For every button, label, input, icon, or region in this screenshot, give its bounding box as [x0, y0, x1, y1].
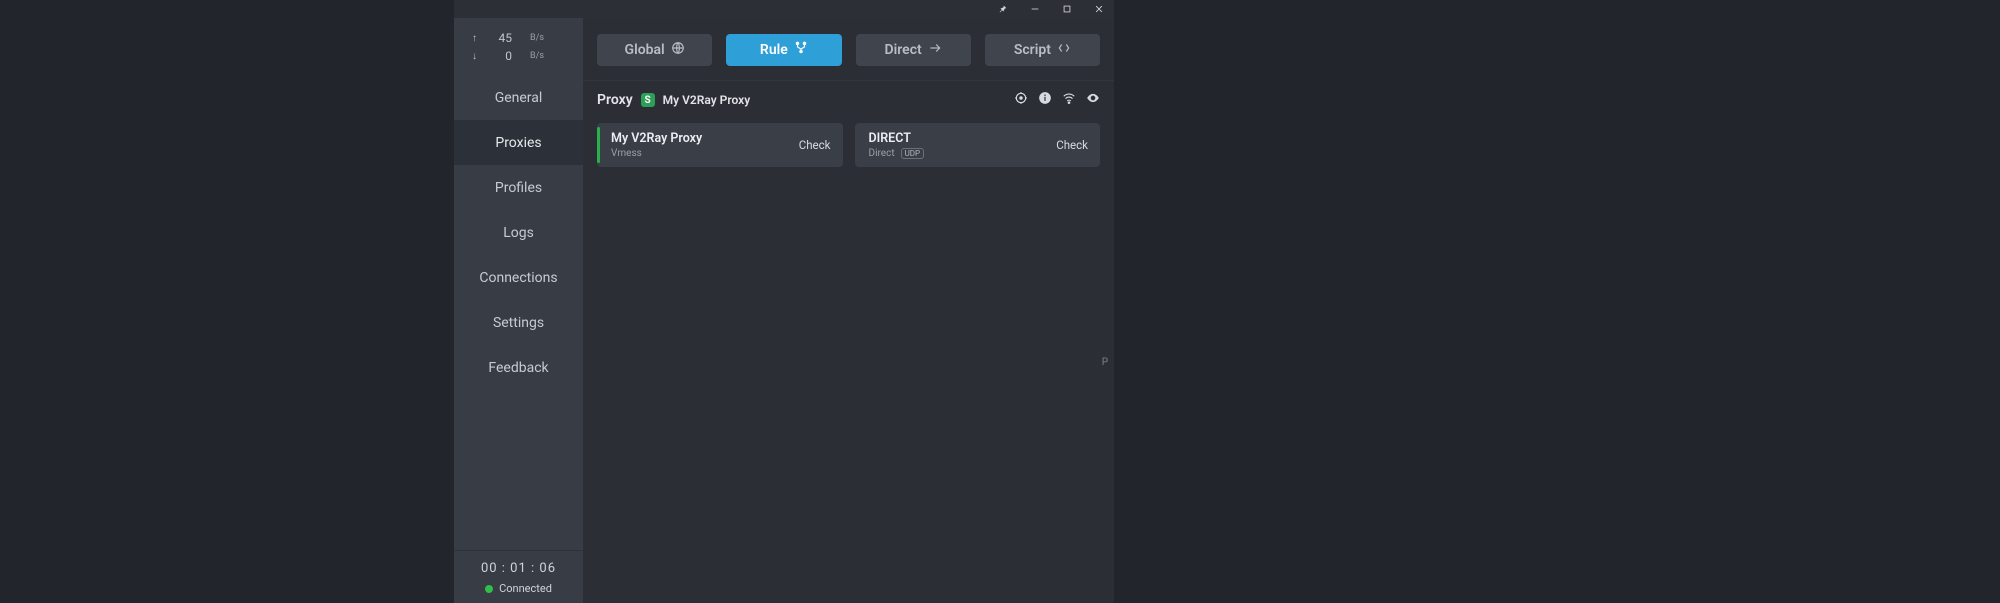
download-unit: B/s: [530, 51, 544, 61]
arrow-up-icon: ↑: [472, 33, 480, 44]
check-button[interactable]: Check: [1056, 138, 1088, 152]
card-subtitle: Vmess: [611, 148, 702, 159]
nav-label: General: [495, 90, 543, 106]
status-dot-icon: [485, 585, 493, 593]
content: ↑ 45 B/s ↓ 0 B/s General Proxies Profile…: [454, 18, 1114, 603]
mode-label: Rule: [760, 42, 788, 58]
nav-label: Profiles: [495, 180, 542, 196]
minimize-icon[interactable]: [1028, 2, 1042, 16]
location-icon[interactable]: [1014, 91, 1028, 109]
card-title: DIRECT: [869, 131, 925, 146]
group-title: Proxy: [597, 92, 633, 108]
upload-unit: B/s: [530, 33, 544, 43]
nav-item-profiles[interactable]: Profiles: [454, 165, 583, 210]
download-value: 0: [490, 49, 512, 63]
globe-icon: [671, 41, 685, 59]
app-window: ↑ 45 B/s ↓ 0 B/s General Proxies Profile…: [454, 0, 1114, 603]
arrow-right-icon: [928, 41, 942, 59]
status-label: Connected: [499, 582, 552, 595]
group-badge: S: [641, 93, 655, 107]
branch-icon: [794, 41, 808, 59]
main: Global Rule Direct Script Pr: [583, 18, 1114, 603]
main-body: Proxy S My V2Ray Proxy My V2Ray Proxy: [583, 81, 1114, 603]
info-icon[interactable]: [1038, 91, 1052, 109]
mode-label: Global: [625, 42, 665, 58]
connection-status: Connected: [485, 582, 552, 595]
card-title: My V2Ray Proxy: [611, 131, 702, 146]
download-speed: ↓ 0 B/s: [472, 49, 573, 63]
proxy-card[interactable]: DIRECT Direct UDP Check: [855, 123, 1101, 167]
card-protocol: Vmess: [611, 148, 642, 159]
wifi-icon[interactable]: [1062, 91, 1076, 109]
nav-item-connections[interactable]: Connections: [454, 255, 583, 300]
group-header[interactable]: Proxy S My V2Ray Proxy: [583, 81, 1114, 117]
speed-box: ↑ 45 B/s ↓ 0 B/s: [454, 18, 583, 75]
connection-time: 00 : 01 : 06: [481, 561, 556, 576]
check-button[interactable]: Check: [799, 138, 831, 152]
titlebar: [454, 0, 1114, 18]
nav-item-feedback[interactable]: Feedback: [454, 345, 583, 390]
script-icon: [1057, 41, 1071, 59]
sidebar-status: 00 : 01 : 06 Connected: [454, 550, 583, 603]
upload-speed: ↑ 45 B/s: [472, 31, 573, 45]
group-subtitle: My V2Ray Proxy: [663, 93, 751, 107]
upload-value: 45: [490, 31, 512, 45]
mode-script[interactable]: Script: [985, 34, 1100, 66]
nav: General Proxies Profiles Logs Connection…: [454, 75, 583, 390]
mode-global[interactable]: Global: [597, 34, 712, 66]
maximize-icon[interactable]: [1060, 2, 1074, 16]
scrollbar-index-letter[interactable]: P: [1102, 357, 1108, 368]
arrow-down-icon: ↓: [472, 51, 480, 62]
pin-icon[interactable]: [996, 2, 1010, 16]
card-subtitle: Direct UDP: [869, 148, 925, 159]
card-texts: DIRECT Direct UDP: [869, 131, 925, 159]
nav-item-logs[interactable]: Logs: [454, 210, 583, 255]
nav-item-proxies[interactable]: Proxies: [454, 120, 583, 165]
card-protocol: Direct: [869, 148, 895, 159]
nav-label: Logs: [503, 225, 534, 241]
close-icon[interactable]: [1092, 2, 1106, 16]
mode-tabs: Global Rule Direct Script: [583, 18, 1114, 81]
mode-label: Direct: [885, 42, 922, 58]
mode-rule[interactable]: Rule: [726, 34, 841, 66]
mode-direct[interactable]: Direct: [856, 34, 971, 66]
udp-chip: UDP: [901, 148, 924, 159]
eye-icon[interactable]: [1086, 91, 1100, 109]
nav-item-general[interactable]: General: [454, 75, 583, 120]
nav-label: Feedback: [488, 360, 548, 376]
nav-label: Settings: [493, 315, 544, 331]
sidebar: ↑ 45 B/s ↓ 0 B/s General Proxies Profile…: [454, 18, 583, 603]
nav-label: Proxies: [495, 135, 541, 151]
mode-label: Script: [1014, 42, 1051, 58]
group-tools: [1014, 91, 1100, 109]
card-texts: My V2Ray Proxy Vmess: [611, 131, 702, 159]
proxy-cards: My V2Ray Proxy Vmess Check DIRECT Direct: [583, 117, 1114, 167]
nav-label: Connections: [479, 270, 557, 286]
nav-item-settings[interactable]: Settings: [454, 300, 583, 345]
proxy-card[interactable]: My V2Ray Proxy Vmess Check: [597, 123, 843, 167]
